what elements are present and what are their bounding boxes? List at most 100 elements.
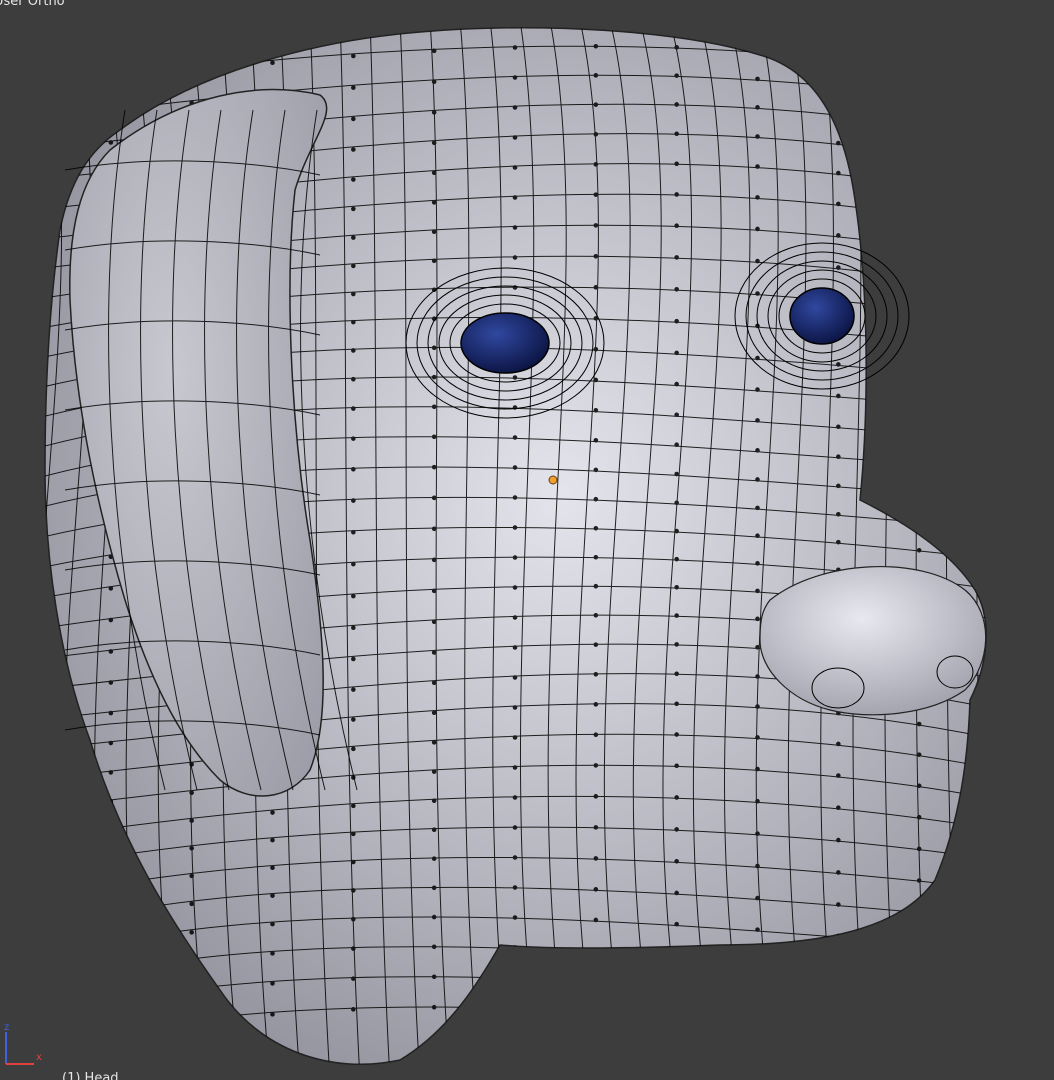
mesh-vertex (270, 921, 275, 927)
mesh-vertex (755, 164, 760, 169)
mesh-vertex (674, 412, 679, 418)
mesh-vertex (270, 865, 275, 871)
mesh-vertex (593, 253, 599, 259)
mesh-vertex (351, 1007, 356, 1012)
mesh-edge-loop (45, 946, 987, 991)
mesh-vertex (674, 287, 679, 292)
mesh-vertex (431, 345, 437, 351)
mesh-vertex (755, 895, 760, 901)
mesh-vertex (352, 22, 356, 26)
mesh-vertex (755, 448, 760, 453)
mesh-vertex (512, 45, 518, 50)
mesh-vertex (431, 557, 437, 563)
mesh-vertex (431, 495, 437, 501)
mesh-vertex (351, 593, 356, 599)
mesh-vertex (108, 680, 114, 685)
mesh-vertex (916, 490, 922, 496)
mesh-vertex (593, 223, 599, 228)
mesh-vertex (674, 471, 679, 477)
mesh-vertex (351, 319, 356, 325)
mesh-vertex (351, 53, 356, 59)
mesh-vertex (916, 971, 922, 976)
head-mesh[interactable] (0, 0, 1054, 1080)
mesh-vertex (512, 165, 518, 170)
mesh-vertex (836, 424, 841, 430)
mesh-vertex (108, 884, 114, 889)
nose-surface (759, 566, 987, 716)
mesh-vertex (431, 229, 437, 235)
mesh-vertex (270, 28, 275, 33)
mesh-vertex (916, 151, 922, 157)
mesh-vertex (674, 921, 679, 927)
mesh-vertex (431, 827, 437, 833)
mesh-vertex (351, 561, 356, 567)
mesh-vertex (916, 400, 922, 406)
mesh-vertex (351, 717, 356, 722)
mesh-vertex (674, 1011, 679, 1017)
mesh-vertex (836, 902, 841, 907)
mesh-vertex (674, 613, 679, 618)
mesh-vertex (916, 274, 922, 280)
mesh-vertex (431, 258, 437, 264)
mesh-vertex (189, 36, 194, 41)
mesh-vertex (755, 291, 760, 296)
mesh-vertex (836, 140, 841, 146)
mesh-vertex (674, 255, 679, 260)
mesh-vertex (351, 746, 356, 752)
mesh-vertex (189, 68, 194, 74)
mesh-vertex (674, 701, 679, 707)
mesh-vertex (674, 223, 679, 229)
mesh-vertex (593, 856, 599, 861)
mesh-vertex (916, 431, 922, 436)
mesh-vertex (916, 306, 922, 312)
mesh-vertex (108, 941, 114, 947)
mesh-vertex (351, 235, 356, 240)
mesh-vertex (593, 437, 599, 443)
mesh-vertex (836, 83, 841, 88)
mesh-vertex (755, 387, 760, 392)
mesh-vertex (351, 116, 356, 122)
mesh-vertex (674, 350, 679, 356)
mesh-vertex (755, 195, 760, 200)
mesh-vertex (836, 539, 841, 545)
mesh-vertex (593, 554, 599, 560)
mesh-vertex (674, 763, 679, 769)
mesh-vertex (351, 263, 356, 269)
mesh-vertex (189, 930, 194, 935)
mesh-vertex (512, 225, 518, 230)
mesh-edge-loop (45, 1006, 987, 1051)
mesh-vertex (431, 588, 437, 594)
mesh-vertex (351, 85, 356, 90)
mesh-vertex (593, 43, 599, 49)
mesh-vertex (593, 642, 599, 647)
mesh-vertex (512, 645, 518, 650)
mesh-vertex (674, 131, 679, 137)
mesh-vertex (916, 369, 922, 375)
mesh-vertex (916, 212, 922, 217)
mesh-vertex (755, 831, 760, 836)
mesh-vertex (512, 615, 518, 620)
mesh-vertex (431, 48, 437, 54)
mesh-vertex (593, 702, 599, 707)
mesh-vertex (512, 705, 518, 710)
mesh-vertex (431, 680, 437, 686)
mesh-vertex (593, 285, 599, 290)
mesh-vertex (674, 858, 679, 864)
mesh-vertex (674, 671, 679, 677)
mesh-vertex (108, 740, 114, 746)
mesh-vertex (108, 46, 114, 51)
mesh-vertex (431, 619, 437, 625)
mesh-vertex (675, 17, 679, 21)
mesh-vertex (593, 794, 599, 799)
mesh-vertex (593, 583, 599, 589)
mesh-vertex (593, 887, 599, 892)
mesh-vertex (916, 940, 922, 946)
mesh-vertex (513, 16, 517, 20)
mesh-vertex (755, 258, 760, 264)
mesh-vertex (512, 465, 518, 470)
mesh-vertex (836, 483, 841, 489)
3d-viewport[interactable]: User Ortho z x (1) Head (0, 0, 1054, 1080)
mesh-vertex (512, 375, 518, 380)
mesh-vertex (593, 613, 599, 618)
mesh-vertex (351, 498, 356, 503)
